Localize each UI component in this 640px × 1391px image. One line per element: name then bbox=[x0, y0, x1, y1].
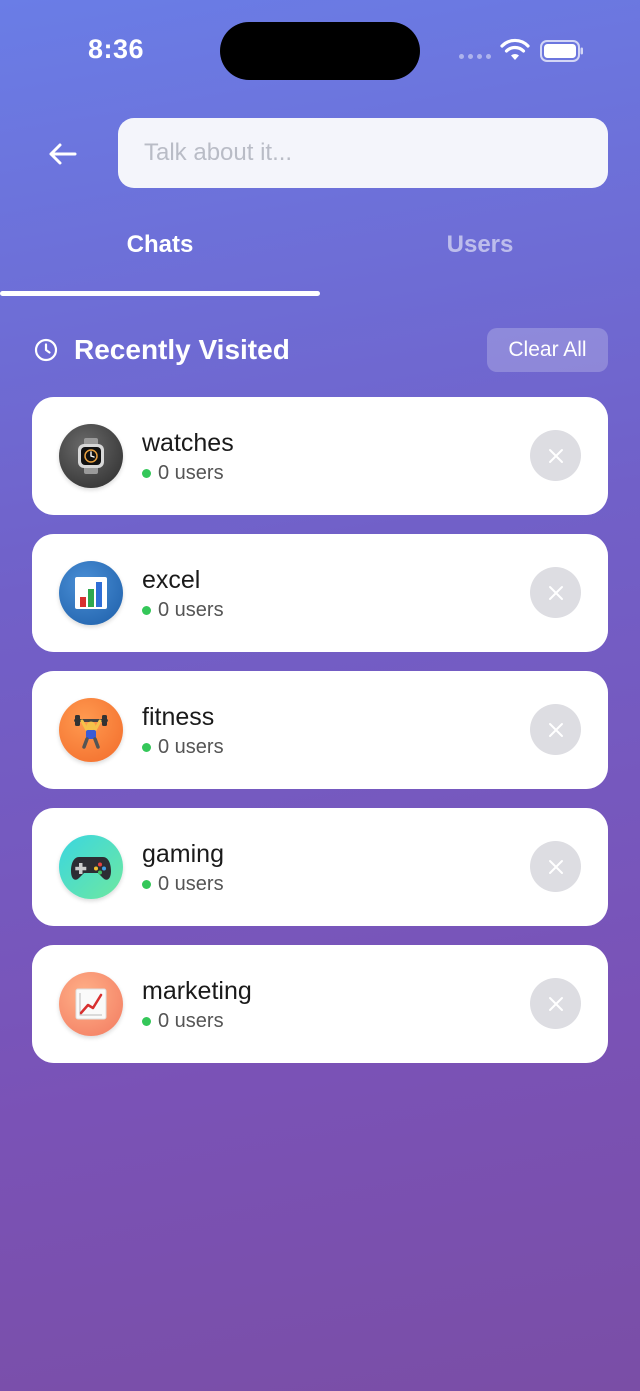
chat-name: gaming bbox=[142, 840, 224, 868]
chat-avatar bbox=[59, 835, 123, 899]
user-count: 0 users bbox=[158, 873, 224, 895]
remove-button[interactable] bbox=[530, 567, 581, 618]
user-count: 0 users bbox=[158, 462, 224, 484]
online-indicator bbox=[142, 880, 151, 889]
bar-chart-icon bbox=[75, 577, 107, 609]
remove-button[interactable] bbox=[530, 841, 581, 892]
gamepad-icon bbox=[71, 857, 111, 880]
chat-name: marketing bbox=[142, 977, 252, 1005]
chat-meta: 0 users bbox=[142, 599, 224, 622]
online-indicator bbox=[142, 469, 151, 478]
wifi-icon bbox=[500, 38, 530, 60]
chat-name: excel bbox=[142, 566, 201, 594]
chat-avatar bbox=[59, 698, 123, 762]
user-count: 0 users bbox=[158, 736, 224, 758]
list-item[interactable]: marketing 0 users bbox=[32, 945, 608, 1063]
tab-chats[interactable]: Chats bbox=[0, 210, 320, 280]
chat-meta: 0 users bbox=[142, 873, 224, 896]
trending-chart-icon bbox=[75, 988, 107, 1020]
weightlifter-icon bbox=[74, 715, 108, 749]
list-item[interactable]: excel 0 users bbox=[32, 534, 608, 652]
battery-icon bbox=[540, 40, 583, 62]
chat-avatar bbox=[59, 972, 123, 1036]
list-item[interactable]: gaming 0 users bbox=[32, 808, 608, 926]
active-tab-indicator bbox=[0, 291, 320, 296]
list-item[interactable]: watches 0 users bbox=[32, 397, 608, 515]
chat-meta: 0 users bbox=[142, 462, 224, 485]
online-indicator bbox=[142, 1017, 151, 1026]
status-bar: 8:36 bbox=[0, 0, 640, 100]
chat-meta: 0 users bbox=[142, 736, 224, 759]
recently-visited-header: Recently Visited Clear All bbox=[34, 328, 608, 372]
close-icon bbox=[548, 996, 563, 1011]
tab-bar: Chats Users bbox=[0, 210, 640, 298]
chat-name: watches bbox=[142, 429, 234, 457]
arrow-left-icon bbox=[49, 143, 77, 165]
online-indicator bbox=[142, 743, 151, 752]
back-button[interactable] bbox=[40, 134, 84, 174]
close-icon bbox=[548, 585, 563, 600]
close-icon bbox=[548, 448, 563, 463]
cellular-signal-icon bbox=[459, 54, 491, 59]
list-item[interactable]: fitness 0 users bbox=[32, 671, 608, 789]
clear-all-button[interactable]: Clear All bbox=[487, 328, 608, 372]
remove-button[interactable] bbox=[530, 704, 581, 755]
close-icon bbox=[548, 859, 563, 874]
tab-users[interactable]: Users bbox=[320, 210, 640, 280]
chat-avatar bbox=[59, 424, 123, 488]
watch-icon bbox=[78, 438, 104, 474]
chat-avatar bbox=[59, 561, 123, 625]
chat-name: fitness bbox=[142, 703, 215, 731]
chat-meta: 0 users bbox=[142, 1010, 224, 1033]
dynamic-island bbox=[220, 22, 420, 80]
remove-button[interactable] bbox=[530, 978, 581, 1029]
close-icon bbox=[548, 722, 563, 737]
user-count: 0 users bbox=[158, 599, 224, 621]
status-time: 8:36 bbox=[88, 34, 145, 64]
online-indicator bbox=[142, 606, 151, 615]
user-count: 0 users bbox=[158, 1010, 224, 1032]
section-title: Recently Visited bbox=[74, 334, 290, 365]
search-input[interactable] bbox=[118, 118, 608, 188]
remove-button[interactable] bbox=[530, 430, 581, 481]
clock-icon bbox=[34, 338, 58, 362]
